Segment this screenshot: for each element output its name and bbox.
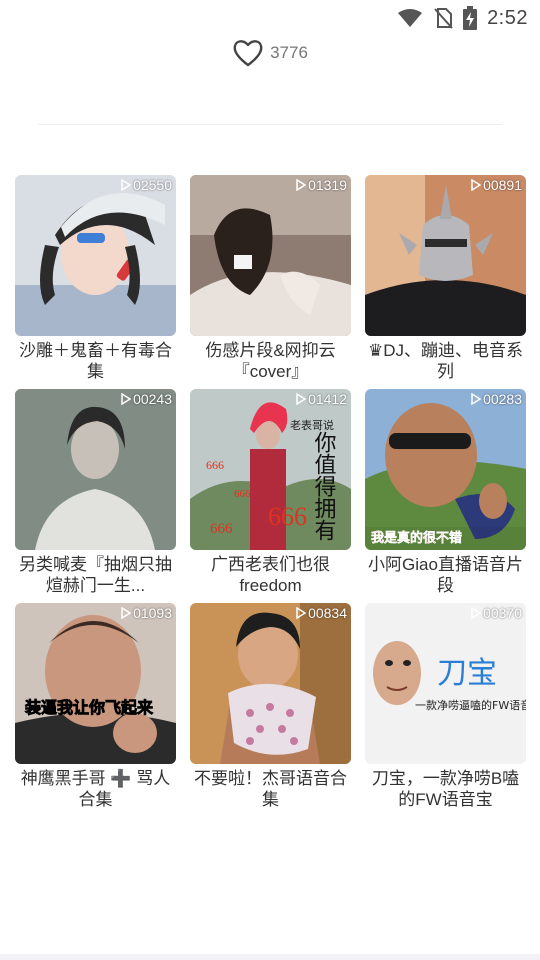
- play-icon: [296, 393, 307, 405]
- play-count-value: 00283: [483, 391, 522, 407]
- play-icon: [471, 393, 482, 405]
- play-icon: [121, 607, 132, 619]
- thumbnail-image: 刀宝 一款净唠逼嗑的FW语音: [365, 603, 526, 764]
- play-count-value: 01093: [133, 605, 172, 621]
- overlay-text: 666: [268, 502, 307, 531]
- pack-title[interactable]: 刀宝，一款净唠B嗑的FW语音宝: [365, 768, 526, 810]
- play-icon: [296, 607, 307, 619]
- overlay-text: 老表哥说: [290, 418, 334, 432]
- pack-title[interactable]: 小阿Giao直播语音片段: [365, 554, 526, 596]
- pack-thumbnail[interactable]: 刀宝 一款净唠逼嗑的FW语音 00370: [365, 603, 526, 764]
- audio-pack-card[interactable]: 01319 伤感片段&网抑云『cover』: [190, 175, 351, 389]
- pack-title[interactable]: 不要啦！杰哥语音合集: [190, 768, 351, 810]
- status-time: 2:52: [487, 6, 528, 29]
- like-row[interactable]: 3776: [0, 38, 540, 68]
- battery-charging-icon: [463, 6, 478, 30]
- pack-title[interactable]: 另类喊麦『抽烟只抽煊赫门一生...: [15, 554, 176, 596]
- play-count: 01412: [296, 391, 347, 407]
- overlay-text: 装逼我让你飞起来: [24, 698, 154, 717]
- audio-pack-card[interactable]: 刀宝 一款净唠逼嗑的FW语音 00370 刀宝，一款净唠B嗑的FW语音宝: [365, 603, 526, 817]
- pack-title[interactable]: 伤感片段&网抑云『cover』: [190, 340, 351, 382]
- pack-thumbnail[interactable]: 装逼我让你飞起来 01093: [15, 603, 176, 764]
- audio-pack-card[interactable]: 老表哥说 你值得拥有 666 666 666 666 01412 广西老表们也很…: [190, 389, 351, 603]
- thumbnail-image: [365, 175, 526, 336]
- play-icon: [296, 179, 307, 191]
- thumbnail-image: [15, 389, 176, 550]
- pack-thumbnail[interactable]: 我是真的很不错 00283: [365, 389, 526, 550]
- play-count: 00243: [121, 391, 172, 407]
- thumbnail-image: 我是真的很不错: [365, 389, 526, 550]
- play-count: 00834: [296, 605, 347, 621]
- audio-pack-card[interactable]: 装逼我让你飞起来 01093 神鹰黑手哥 ➕ 骂人合集: [15, 603, 176, 817]
- pack-title[interactable]: 神鹰黑手哥 ➕ 骂人合集: [15, 768, 176, 810]
- wifi-icon: [398, 9, 423, 27]
- overlay-text: 你值得拥有: [312, 431, 337, 541]
- bottom-strip: [0, 954, 540, 960]
- overlay-text: 666: [234, 488, 251, 500]
- like-count: 3776: [270, 43, 308, 62]
- play-count-value: 01412: [308, 391, 347, 407]
- play-icon: [471, 179, 482, 191]
- audio-pack-card[interactable]: 02550 沙雕＋鬼畜＋有毒合集: [15, 175, 176, 389]
- audio-pack-grid: 02550 沙雕＋鬼畜＋有毒合集 01319 伤感片段&网抑云『cover』 0…: [15, 175, 527, 817]
- thumbnail-image: [15, 175, 176, 336]
- pack-thumbnail[interactable]: 老表哥说 你值得拥有 666 666 666 666 01412: [190, 389, 351, 550]
- play-count-value: 02550: [133, 177, 172, 193]
- play-count: 00283: [471, 391, 522, 407]
- overlay-text: 666: [206, 458, 224, 472]
- play-count-value: 00834: [308, 605, 347, 621]
- thumbnail-image: [190, 603, 351, 764]
- pack-thumbnail[interactable]: 00891: [365, 175, 526, 336]
- status-icons: 2:52: [397, 6, 528, 30]
- audio-pack-card[interactable]: 我是真的很不错 00283 小阿Giao直播语音片段: [365, 389, 526, 603]
- audio-pack-card[interactable]: 00243 另类喊麦『抽烟只抽煊赫门一生...: [15, 389, 176, 603]
- pack-title[interactable]: 广西老表们也很freedom: [190, 554, 351, 596]
- play-icon: [471, 607, 482, 619]
- heart-outline-icon[interactable]: [232, 38, 264, 68]
- pack-thumbnail[interactable]: 01319: [190, 175, 351, 336]
- thumbnail-image: 老表哥说 你值得拥有 666 666 666 666: [190, 389, 351, 550]
- pack-title[interactable]: ♛DJ、蹦迪、电音系列: [365, 340, 526, 382]
- overlay-text: 刀宝: [437, 656, 497, 691]
- play-count-value: 00891: [483, 177, 522, 193]
- play-icon: [121, 179, 132, 191]
- play-count-value: 00370: [483, 605, 522, 621]
- play-count: 00891: [471, 177, 522, 193]
- no-sim-icon: [434, 8, 453, 29]
- thumbnail-image: 装逼我让你飞起来: [15, 603, 176, 764]
- play-count-value: 01319: [308, 177, 347, 193]
- pack-thumbnail[interactable]: 00834: [190, 603, 351, 764]
- play-count-value: 00243: [133, 391, 172, 407]
- play-count: 01319: [296, 177, 347, 193]
- play-count: 00370: [471, 605, 522, 621]
- pack-thumbnail[interactable]: 00243: [15, 389, 176, 550]
- play-icon: [121, 393, 132, 405]
- pack-title[interactable]: 沙雕＋鬼畜＋有毒合集: [15, 340, 176, 382]
- play-count: 02550: [121, 177, 172, 193]
- audio-pack-card[interactable]: 00891 ♛DJ、蹦迪、电音系列: [365, 175, 526, 389]
- play-count: 01093: [121, 605, 172, 621]
- divider: [38, 124, 502, 125]
- overlay-text: 666: [210, 521, 233, 537]
- audio-pack-card[interactable]: 00834 不要啦！杰哥语音合集: [190, 603, 351, 817]
- overlay-text: 我是真的很不错: [371, 530, 462, 546]
- pack-thumbnail[interactable]: 02550: [15, 175, 176, 336]
- thumbnail-image: [190, 175, 351, 336]
- status-bar: 2:52: [0, 0, 540, 36]
- overlay-text: 一款净唠逼嗑的FW语音: [415, 698, 526, 712]
